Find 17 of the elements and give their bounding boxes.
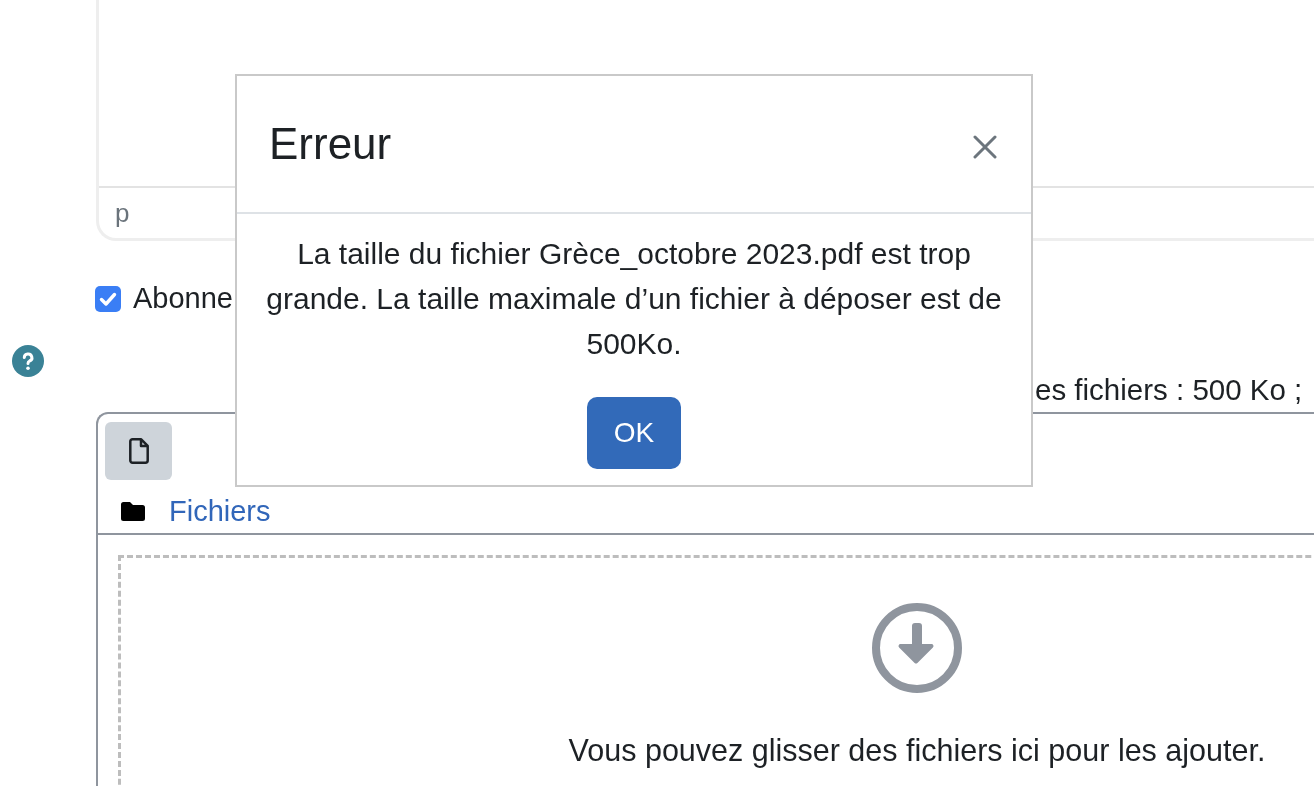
help-icon[interactable] — [12, 345, 44, 377]
checkbox[interactable] — [95, 285, 121, 312]
close-button[interactable] — [973, 135, 997, 159]
ok-button[interactable]: OK — [587, 397, 681, 469]
dialog-message: La taille du fichier Grèce_octobre 2023.pdf est trop grande. La taille maximale d’un fichier à déposer est de 500Ko. — [265, 236, 1003, 362]
folder-path-link[interactable]: Fichiers — [169, 495, 271, 528]
download-icon — [872, 603, 962, 693]
checkbox-label: Abonne — [133, 281, 233, 316]
file-icon — [128, 438, 149, 464]
element-path-label: p — [115, 200, 130, 226]
dialog-title: Erreur — [269, 117, 392, 170]
folder-icon — [121, 502, 145, 521]
drop-hint-text: Vous pouvez glisser des fichiers ici pour les ajouter. — [568, 732, 1266, 770]
add-file-button[interactable] — [105, 422, 172, 480]
file-limits-text: es fichiers : 500 Ko ; — [1035, 372, 1303, 408]
file-drop-zone[interactable]: Vous pouvez glisser des fichiers ici pour les ajouter. — [118, 555, 1314, 786]
close-icon — [973, 135, 997, 159]
